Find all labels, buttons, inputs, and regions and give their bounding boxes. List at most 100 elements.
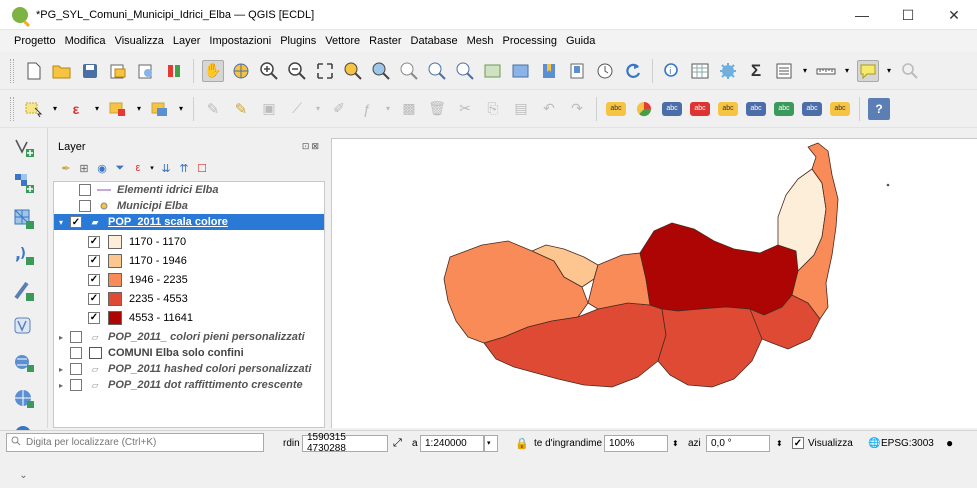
open-project-icon[interactable] [51, 60, 73, 82]
bookmark-icon[interactable] [538, 60, 560, 82]
remove-layer-icon[interactable]: ☐ [195, 161, 209, 175]
layer-row[interactable]: ▸ ▱ POP_2011 hashed colori personalizzat… [54, 361, 324, 377]
crs-icon[interactable]: 🌐 [868, 435, 880, 451]
add-delimited-text-layer-icon[interactable]: ,) [11, 242, 37, 268]
add-group-icon[interactable]: ⊞ [77, 161, 91, 175]
pin-labels-icon[interactable]: abc [690, 101, 710, 116]
move-label-icon[interactable]: abc [746, 101, 766, 116]
layer-visibility-checkbox[interactable] [70, 363, 82, 375]
dropdown-arrow-icon[interactable]: ▾ [885, 60, 893, 82]
panel-float-close-controls[interactable]: ⊡⊠ [302, 141, 321, 152]
zoom-in-icon[interactable] [258, 60, 280, 82]
zoom-out-icon[interactable] [286, 60, 308, 82]
add-wms-layer-icon[interactable] [11, 350, 37, 376]
current-edits-icon[interactable]: ✎ [230, 98, 252, 120]
legend-row[interactable]: ✓ 2235 - 4553 [54, 289, 324, 308]
legend-row[interactable]: ✓ 1946 - 2235 [54, 270, 324, 289]
show-hide-labels-icon[interactable]: abc [718, 101, 738, 116]
expand-arrow-icon[interactable]: ▸ [56, 333, 66, 342]
deselect-features-icon[interactable] [107, 98, 129, 120]
layer-visibility-checkbox[interactable] [79, 200, 91, 212]
cut-features-icon[interactable]: ✂ [454, 98, 476, 120]
toolbar-grip[interactable] [10, 96, 14, 121]
layer-visibility-checkbox[interactable] [70, 379, 82, 391]
rotation-spinner-icon[interactable]: ⬍ [776, 435, 783, 451]
filter-by-expression-icon[interactable]: ε [131, 161, 145, 175]
map-canvas[interactable] [331, 138, 977, 428]
layer-row-selected[interactable]: ▾ ✓ ▰ POP_2011 scala colore [54, 214, 324, 230]
menu-mesh[interactable]: Mesh [467, 35, 494, 47]
magnifier-spinner-icon[interactable]: ⬍ [672, 435, 679, 451]
identify-features-icon[interactable]: i [661, 60, 683, 82]
rotate-label-icon[interactable]: abc [774, 101, 794, 116]
processing-toolbox-icon[interactable] [717, 60, 739, 82]
vertex-tool-icon[interactable]: ✐ [328, 98, 350, 120]
coordinate-field[interactable]: 1590315 4730288 [302, 432, 388, 454]
expand-arrow-icon[interactable]: ▸ [56, 365, 66, 374]
menu-progetto[interactable]: Progetto [14, 35, 56, 47]
select-by-expression-icon[interactable]: ε [65, 98, 87, 120]
magnifier-field[interactable]: 100% [604, 434, 668, 452]
add-vector-layer-icon[interactable] [11, 134, 37, 160]
collapse-all-icon[interactable]: ⇈ [177, 161, 191, 175]
elba-choropleth-map[interactable] [332, 139, 977, 429]
zoom-to-layer-icon[interactable] [370, 60, 392, 82]
pan-to-selection-icon[interactable] [230, 60, 252, 82]
locator-search-box[interactable]: Digita per localizzare (Ctrl+K) [6, 433, 264, 452]
layer-row[interactable]: ▸ ▱ POP_2011 dot raffittimento crescente [54, 377, 324, 393]
legend-row[interactable]: ✓ 1170 - 1946 [54, 251, 324, 270]
add-wfs-layer-icon[interactable] [11, 386, 37, 412]
filter-legend-icon[interactable]: ⏷ [113, 161, 127, 175]
select-location-icon[interactable] [149, 98, 171, 120]
open-attribute-table-icon[interactable] [689, 60, 711, 82]
dropdown-arrow-icon[interactable]: ▾ [177, 98, 185, 120]
menu-impostazioni[interactable]: Impostazioni [209, 35, 271, 47]
layer-row[interactable]: ▸ ▱ POP_2011_ colori pieni personalizzat… [54, 329, 324, 345]
change-label-icon[interactable]: abc [802, 101, 822, 116]
layer-visibility-checkbox[interactable] [70, 331, 82, 343]
menu-raster[interactable]: Raster [369, 35, 401, 47]
measure-line-icon[interactable] [815, 60, 837, 82]
temporal-controller-icon[interactable] [594, 60, 616, 82]
menu-layer[interactable]: Layer [173, 35, 201, 47]
modify-attributes-icon[interactable]: ƒ [356, 98, 378, 120]
toggle-editing-icon[interactable]: ✎ [202, 98, 224, 120]
layer-visibility-checkbox[interactable]: ✓ [70, 216, 82, 228]
new-map-view-icon[interactable] [482, 60, 504, 82]
maximize-button[interactable]: ☐ [885, 0, 931, 30]
render-checkbox[interactable]: ✓ [792, 437, 804, 449]
select-features-icon[interactable] [23, 98, 45, 120]
collapse-arrow-icon[interactable]: ▾ [56, 218, 66, 227]
class-visibility-checkbox[interactable]: ✓ [88, 311, 100, 324]
search-icon[interactable] [899, 60, 921, 82]
pan-map-icon[interactable]: ✋ [202, 59, 224, 82]
zoom-to-selection-icon[interactable] [342, 60, 364, 82]
statistics-icon[interactable]: Σ [745, 60, 767, 82]
add-feature-icon[interactable]: ⟋ [286, 98, 308, 120]
label-settings-icon[interactable]: abc [830, 101, 850, 116]
layer-visibility-checkbox[interactable] [79, 184, 91, 196]
menu-plugins[interactable]: Plugins [280, 35, 316, 47]
attribute-form-icon[interactable] [773, 60, 795, 82]
copy-features-icon[interactable]: ⎘ [482, 98, 504, 120]
new-print-layout-icon[interactable] [107, 60, 129, 82]
style-layer-icon[interactable]: ✒ [59, 161, 73, 175]
redo-icon[interactable]: ↷ [566, 98, 588, 120]
layer-row[interactable]: Elementi idrici Elba [54, 182, 324, 198]
menu-database[interactable]: Database [411, 35, 458, 47]
manage-visibility-icon[interactable]: ◉ [95, 161, 109, 175]
layer-visibility-checkbox[interactable] [70, 347, 82, 359]
map-tips-icon[interactable] [857, 59, 879, 82]
class-visibility-checkbox[interactable]: ✓ [88, 254, 100, 267]
dropdown-arrow-icon[interactable]: ▾ [135, 98, 143, 120]
lock-scale-icon[interactable]: 🔒 [515, 435, 529, 451]
bookmarks-manager-icon[interactable] [566, 60, 588, 82]
close-button[interactable]: ✕ [931, 0, 977, 30]
delete-icon[interactable]: 🗑 [426, 98, 448, 120]
class-visibility-checkbox[interactable]: ✓ [88, 273, 100, 286]
legend-row[interactable]: ✓ 1170 - 1170 [54, 232, 324, 251]
toggle-extents-icon[interactable]: ⤢ [393, 435, 402, 451]
menu-modifica[interactable]: Modifica [65, 35, 106, 47]
diagram-icon[interactable] [633, 98, 655, 120]
new-3d-view-icon[interactable] [510, 60, 532, 82]
